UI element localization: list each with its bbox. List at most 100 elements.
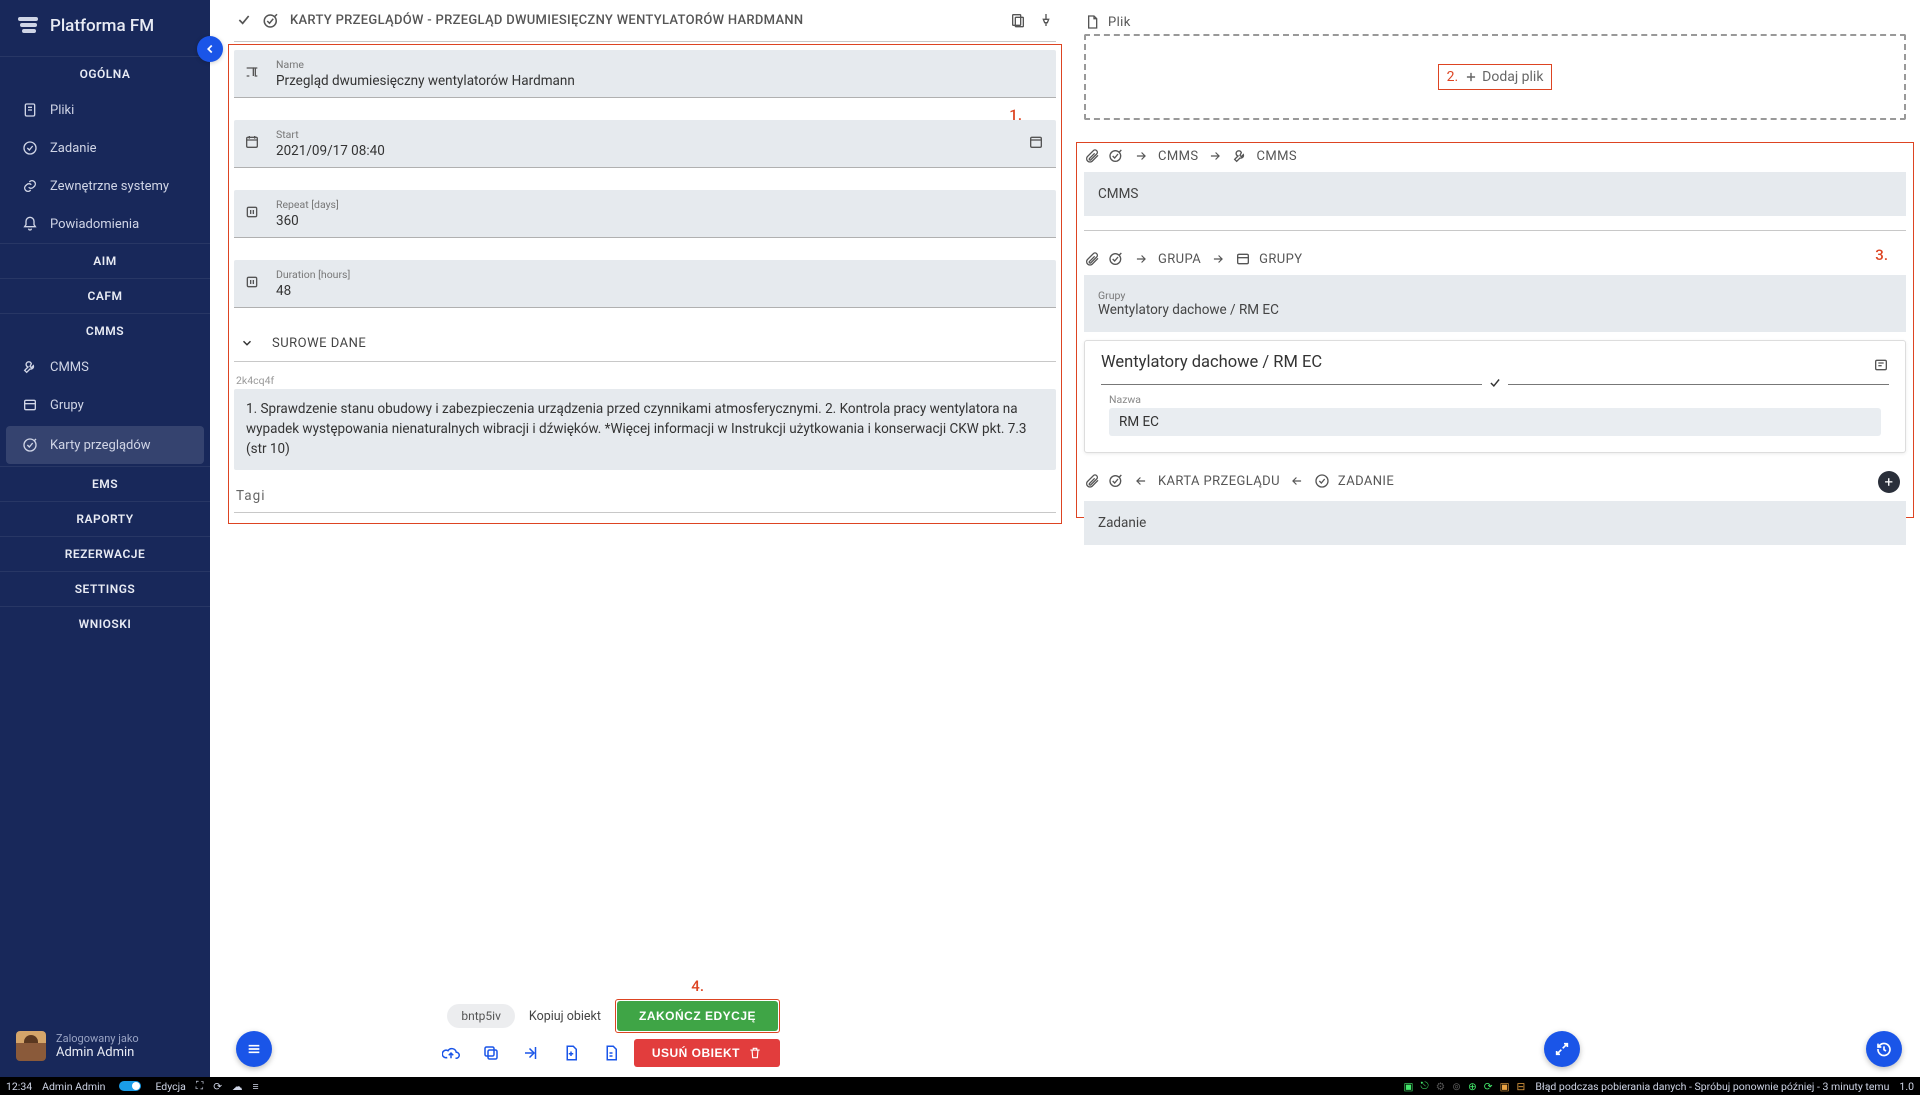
arrow-right-icon: [1134, 149, 1148, 163]
user-name: Admin Admin: [56, 1045, 139, 1060]
tool-icons: [442, 1044, 620, 1062]
nazwa-field: Nazwa RM EC: [1101, 391, 1889, 438]
crumb-karta: KARTA PRZEGLĄDU: [1158, 474, 1280, 489]
nav-section-ems[interactable]: EMS: [0, 466, 210, 501]
nazwa-label: Nazwa: [1109, 393, 1881, 406]
pin-icon[interactable]: [1038, 12, 1054, 28]
nav-item-zewnetrzne[interactable]: Zewnętrzne systemy: [0, 167, 210, 205]
nav-label: Zadanie: [50, 141, 97, 156]
logo-icon: [18, 17, 40, 35]
chevron-down-icon: [240, 336, 254, 350]
add-zadanie-button[interactable]: +: [1878, 471, 1900, 493]
zadanie-breadcrumb: KARTA PRZEGLĄDU ZADANIE +: [1084, 471, 1906, 493]
arrow-left-icon: [1134, 474, 1148, 488]
cmms-strip[interactable]: CMMS: [1084, 172, 1906, 216]
raw-data-body[interactable]: 1. Sprawdzenie stanu obudowy i zabezpiec…: [234, 389, 1056, 470]
nav-label: Karty przeglądów: [50, 438, 151, 453]
nav-section-raporty[interactable]: RAPORTY: [0, 501, 210, 536]
user-block[interactable]: Zalogowany jako Admin Admin: [0, 1017, 210, 1077]
field-value[interactable]: Przegląd dwumiesięczny wentylatorów Hard…: [276, 71, 1046, 93]
crumb-zadanie: ZADANIE: [1338, 474, 1394, 489]
nav-item-cmms[interactable]: CMMS: [0, 348, 210, 386]
raw-data-label: SUROWE DANE: [272, 336, 366, 351]
file-dropzone[interactable]: 2. Dodaj plik: [1084, 34, 1906, 120]
nav-section-aim[interactable]: AIM: [0, 243, 210, 278]
plus-icon: [1464, 70, 1478, 84]
share-icon[interactable]: [522, 1044, 540, 1062]
copy-icon[interactable]: [482, 1044, 500, 1062]
status-error: Błąd podczas pobierania danych - Spróbuj…: [1535, 1080, 1889, 1093]
annotation-4: 4.: [691, 977, 704, 995]
checklist-icon: [1108, 473, 1124, 489]
page-title: KARTY PRZEGLĄDÓW - PRZEGLĄD DWUMIESIĘCZN…: [290, 12, 1000, 31]
file-icon: [1084, 14, 1100, 30]
status-cloud-icon[interactable]: ☁: [232, 1080, 243, 1093]
fields-area: 1. Name Przegląd dwumiesięczny wentylato…: [234, 50, 1056, 470]
nav-item-grupy[interactable]: Grupy: [0, 386, 210, 424]
nav-label: Grupy: [50, 398, 84, 413]
object-id: 2k4cq4f: [234, 370, 1056, 389]
group-icon: [22, 397, 38, 413]
attachment-icon: [1084, 473, 1100, 489]
date-picker-icon[interactable]: [1028, 134, 1046, 154]
page-header: KARTY PRZEGLĄDÓW - PRZEGLĄD DWUMIESIĘCZN…: [234, 12, 1056, 37]
card-open-icon[interactable]: [1873, 357, 1889, 373]
grupa-card: Wentylatory dachowe / RM EC Nazwa RM EC: [1084, 340, 1906, 453]
link-icon: [22, 178, 38, 194]
object-code-chip: bntp5iv: [447, 1004, 515, 1028]
crumb-grupa-b: GRUPY: [1259, 252, 1302, 267]
status-user: Admin Admin: [42, 1080, 105, 1093]
annotation-3: 3.: [1875, 246, 1888, 264]
arrow-right-icon: [1208, 149, 1222, 163]
file-section-header: Plik: [1084, 12, 1906, 34]
arrow-right-icon: [1211, 252, 1225, 266]
card-title: Wentylatory dachowe / RM EC: [1101, 353, 1322, 376]
nazwa-value[interactable]: RM EC: [1109, 408, 1881, 436]
status-refresh-icon[interactable]: ⟳: [213, 1080, 222, 1093]
delete-label: USUŃ OBIEKT: [652, 1046, 740, 1060]
delete-object-button[interactable]: USUŃ OBIEKT: [634, 1039, 780, 1067]
nav-item-powiadomienia[interactable]: Powiadomienia: [0, 205, 210, 243]
action-bar: 4. bntp5iv Kopiuj obiekt ZAKOŃCZ EDYCJĘ …: [224, 993, 784, 1073]
field-value[interactable]: 2021/09/17 08:40: [276, 141, 1014, 163]
raw-data-toggle[interactable]: SUROWE DANE: [234, 330, 1056, 357]
left-column: KARTY PRZEGLĄDÓW - PRZEGLĄD DWUMIESIĘCZN…: [210, 0, 1070, 1077]
trash-icon: [748, 1046, 762, 1060]
collapse-sidebar-button[interactable]: [197, 36, 223, 62]
nav-item-zadanie[interactable]: Zadanie: [0, 129, 210, 167]
nav-item-karty-przegladow[interactable]: Karty przeglądów: [6, 426, 204, 464]
card-icon[interactable]: [1010, 12, 1026, 28]
status-fullscreen-icon[interactable]: ⛶: [196, 1079, 203, 1093]
checklist-icon: [262, 12, 280, 30]
nav-section-wnioski[interactable]: WNIOSKI: [0, 606, 210, 641]
field-value[interactable]: 360: [276, 211, 1046, 233]
fab-expand-button[interactable]: [1544, 1031, 1580, 1067]
nav-item-pliki[interactable]: Pliki: [0, 91, 210, 129]
zadanie-strip[interactable]: Zadanie: [1084, 501, 1906, 545]
finish-edit-button[interactable]: ZAKOŃCZ EDYCJĘ: [617, 1001, 778, 1031]
nav-section-cafm[interactable]: CAFM: [0, 278, 210, 313]
add-file-icon[interactable]: [562, 1044, 580, 1062]
wrench-icon: [22, 359, 38, 375]
tags-label: Tagi: [234, 470, 1056, 508]
attachment-icon: [1084, 148, 1100, 164]
status-menu-icon[interactable]: ≡: [253, 1080, 259, 1093]
nav-section-cmms[interactable]: CMMS: [0, 313, 210, 348]
nav-section-settings[interactable]: SETTINGS: [0, 571, 210, 606]
grupy-strip[interactable]: Grupy Wentylatory dachowe / RM EC: [1084, 275, 1906, 332]
add-file-button[interactable]: 2. Dodaj plik: [1438, 64, 1553, 90]
nav-section-rezerwacje[interactable]: REZERWACJE: [0, 536, 210, 571]
field-start: Start 2021/09/17 08:40: [234, 120, 1056, 168]
field-value[interactable]: 48: [276, 281, 1046, 303]
nav-label: CMMS: [50, 360, 89, 375]
edit-mode-toggle[interactable]: [119, 1081, 141, 1091]
field-duration: Duration [hours] 48: [234, 260, 1056, 308]
cloud-upload-icon[interactable]: [442, 1044, 460, 1062]
status-version: 1.0: [1899, 1080, 1914, 1093]
group-icon: [1235, 251, 1251, 267]
fab-history-button[interactable]: [1866, 1031, 1902, 1067]
checklist-icon: [1108, 148, 1124, 164]
right-column: Plik 2. Dodaj plik 3. CMMS: [1070, 0, 1920, 1077]
copy-object-link[interactable]: Kopiuj obiekt: [529, 1009, 601, 1024]
file-icon[interactable]: [602, 1044, 620, 1062]
